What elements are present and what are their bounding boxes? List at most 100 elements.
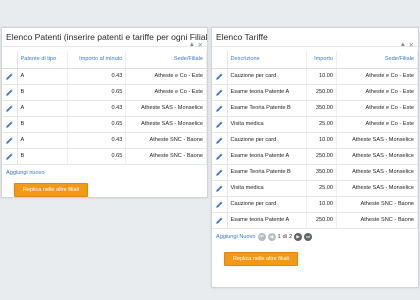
pencil-icon[interactable]: [215, 137, 224, 144]
collapse-icon[interactable]: ▲: [189, 41, 195, 48]
pencil-icon[interactable]: [5, 121, 14, 128]
total-pages: 2: [288, 234, 293, 240]
pencil-icon[interactable]: [5, 153, 14, 160]
column-header-importo[interactable]: Importo: [306, 51, 338, 69]
table-row: B 0.65 Atheste e Co - Este: [2, 84, 207, 101]
cell-descrizione: Esame teoria Patente A: [227, 212, 307, 229]
last-page-icon[interactable]: ⏭: [304, 233, 313, 241]
cell-descrizione: Esame teoria Patente A: [227, 148, 307, 165]
cell-descrizione: Esame Teoria Patente B: [227, 100, 307, 117]
cell-importo: 10.00: [306, 196, 338, 213]
close-icon[interactable]: ✕: [409, 41, 414, 49]
pencil-icon[interactable]: [215, 217, 224, 224]
cell-descrizione: Esame Teoria Patente B: [227, 164, 307, 181]
edit-column-header: [2, 51, 18, 69]
pencil-icon[interactable]: [215, 153, 224, 160]
column-header-sede[interactable]: Sede/Filiale: [336, 51, 418, 69]
cell-sede: Atheste SAS - Monselice: [336, 148, 418, 165]
page-of-label: di: [282, 234, 287, 240]
cell-importo: 0.65: [67, 116, 127, 133]
cell-importo: 0.43: [67, 100, 127, 117]
cell-importo: 350.00: [306, 100, 338, 117]
patenti-table: Patente di tipo Importo al minuto Sede/F…: [2, 51, 207, 165]
add-tariffa-link[interactable]: Aggiungi Nuovo: [216, 234, 256, 240]
cell-importo: 0.43: [67, 68, 127, 85]
table-row: Esame teoria Patente A 250.00 Atheste SAS …: [212, 148, 418, 165]
pager: Aggiungi Nuovo ⏮ ◀ 1 di 2 ▶ ⏭: [212, 232, 418, 243]
cell-sede: Atheste SNC - Baone: [336, 212, 418, 229]
table-header-row: Patente di tipo Importo al minuto Sede/F…: [2, 51, 207, 69]
table-row: A 0.43 Atheste SNC - Baone: [2, 132, 207, 149]
table-row: A 0.43 Atheste e Co - Este: [2, 68, 207, 85]
close-icon[interactable]: ✕: [198, 41, 203, 49]
pencil-icon[interactable]: [5, 73, 14, 80]
cell-descrizione: Visita medica: [227, 180, 307, 197]
table-row: B 0.65 Atheste SAS - Monselice: [2, 116, 207, 133]
cell-importo: 350.00: [306, 164, 338, 181]
table-row: Esame Teoria Patente B 350.00 Atheste e Co…: [212, 100, 418, 117]
replica-button[interactable]: Replica nelle altre filiali: [224, 251, 298, 266]
next-page-icon[interactable]: ▶: [294, 233, 303, 241]
cell-importo: 10.00: [306, 132, 338, 149]
cell-sede: Atheste SAS - Monselice: [125, 116, 207, 133]
cell-descrizione: Cauzione per card: [227, 68, 307, 85]
table-row: Visita medica 25.00 Atheste e Co - Este: [212, 116, 418, 133]
table-row: Cauzione per card 10.00 Atheste SAS - Mons…: [212, 132, 418, 149]
cell-descrizione: Cauzione per card: [227, 196, 307, 213]
tariffe-table: Descrizione Importo Sede/Filiale Cauzion…: [212, 51, 418, 229]
cell-importo: 0.65: [67, 84, 127, 101]
cell-importo: 0.65: [67, 148, 127, 165]
table-row: A 0.43 Atheste SAS - Monselice: [2, 100, 207, 117]
column-header-importo[interactable]: Importo al minuto: [67, 51, 127, 69]
tariffe-panel: Elenco Tariffe ▲ ✕ Descrizione Importo S…: [211, 27, 419, 288]
table-header-row: Descrizione Importo Sede/Filiale: [212, 51, 418, 69]
pencil-icon[interactable]: [215, 73, 224, 80]
pencil-icon[interactable]: [215, 89, 224, 96]
cell-importo: 250.00: [306, 84, 338, 101]
pencil-icon[interactable]: [215, 121, 224, 128]
table-row: Visita medica 25.00 Atheste SAS - Monselic…: [212, 180, 418, 197]
column-header-sede[interactable]: Sede/Filiale: [125, 51, 207, 69]
cell-sede: Atheste SAS - Monselice: [336, 180, 418, 197]
pencil-icon[interactable]: [215, 201, 224, 208]
cell-sede: Atheste SAS - Monselice: [336, 164, 418, 181]
table-row: Esame teoria Patente A 250.00 Atheste SNC …: [212, 212, 418, 229]
cell-importo: 250.00: [306, 148, 338, 165]
pencil-icon[interactable]: [5, 105, 14, 112]
cell-sede: Atheste SAS - Monselice: [125, 100, 207, 117]
pencil-icon[interactable]: [215, 105, 224, 112]
cell-patente: B: [17, 116, 68, 133]
table-row: Cauzione per card 10.00 Atheste e Co - Est…: [212, 68, 418, 85]
pencil-icon[interactable]: [5, 137, 14, 144]
cell-sede: Atheste e Co - Este: [125, 84, 207, 101]
table-row: Esame teoria Patente A 250.00 Atheste e Co…: [212, 84, 418, 101]
cell-sede: Atheste e Co - Este: [336, 68, 418, 85]
cell-patente: B: [17, 148, 68, 165]
cell-sede: Atheste e Co - Este: [125, 68, 207, 85]
pencil-icon[interactable]: [215, 169, 224, 176]
prev-page-icon[interactable]: ◀: [267, 233, 276, 241]
cell-descrizione: Cauzione per card: [227, 132, 307, 149]
pencil-icon[interactable]: [215, 185, 224, 192]
add-patente-link[interactable]: Aggiungi nuovo: [2, 170, 207, 176]
cell-sede: Atheste SAS - Monselice: [336, 132, 418, 149]
collapse-icon[interactable]: ▲: [400, 41, 406, 48]
tariffe-panel-title: Elenco Tariffe: [212, 28, 418, 47]
replica-button[interactable]: Replica nelle altre filiali: [14, 182, 88, 197]
cell-sede: Atheste SNC - Baone: [125, 132, 207, 149]
edit-column-header: [212, 51, 228, 69]
table-row: Cauzione per card 10.00 Atheste SNC - Baon…: [212, 196, 418, 213]
column-header-descrizione[interactable]: Descrizione: [227, 51, 307, 69]
cell-sede: Atheste e Co - Este: [336, 116, 418, 133]
first-page-icon[interactable]: ⏮: [257, 233, 266, 241]
cell-patente: A: [17, 100, 68, 117]
cell-sede: Atheste e Co - Este: [336, 84, 418, 101]
cell-patente: A: [17, 68, 68, 85]
pencil-icon[interactable]: [5, 89, 14, 96]
cell-sede: Atheste SNC - Baone: [336, 196, 418, 213]
column-header-patente[interactable]: Patente di tipo: [17, 51, 68, 69]
cell-importo: 25.00: [306, 180, 338, 197]
cell-descrizione: Visita medica: [227, 116, 307, 133]
cell-patente: B: [17, 84, 68, 101]
cell-importo: 250.00: [306, 212, 338, 229]
